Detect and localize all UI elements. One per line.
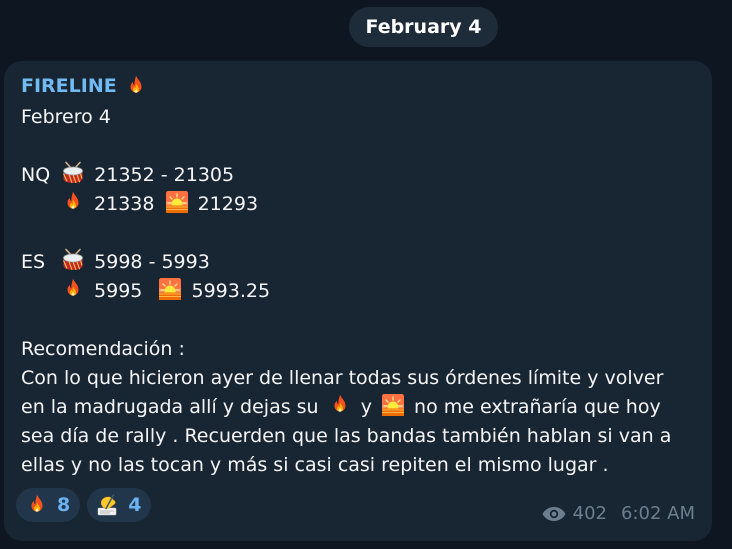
drum-icon xyxy=(61,161,85,185)
reaction-count: 4 xyxy=(128,494,142,516)
nq-range-line: NQ 21352 - 21305 xyxy=(21,161,701,190)
nq-range: 21352 - 21305 xyxy=(94,164,235,186)
fire-icon xyxy=(25,493,49,517)
es-range-line: ES 5998 - 5993 xyxy=(21,248,701,277)
es-levels-line: 5995 5993.25 xyxy=(21,277,701,306)
writing-hand-icon xyxy=(96,493,120,517)
fire-icon xyxy=(124,74,148,98)
nq-levels-line: 21338 21293 xyxy=(21,190,701,219)
recommendation-line-4: ellas y no las tocan y más si casi casi … xyxy=(21,454,609,476)
sunset-icon xyxy=(158,277,182,301)
fire-icon xyxy=(61,190,85,214)
recommendation-line-2: en la madrugada allí y dejas su y no me … xyxy=(21,393,701,422)
eye-icon xyxy=(541,505,567,523)
es-fire-value: 5995 xyxy=(94,280,143,302)
nq-sunset-value: 21293 xyxy=(197,193,259,215)
nq-fire-value: 21338 xyxy=(94,193,155,215)
recommendation-text-c: no me extrañaría que hoy xyxy=(414,396,661,418)
reaction-fire[interactable]: 8 xyxy=(16,488,81,522)
reactions-bar: 8 4 xyxy=(16,488,152,522)
recommendation-text-a: en la madrugada allí y dejas su xyxy=(21,396,319,418)
message-meta: 402 6:02 AM xyxy=(541,503,695,524)
drum-icon xyxy=(61,248,85,272)
sender-name[interactable]: FIRELINE xyxy=(21,74,148,98)
message-text: Febrero 4 NQ 21352 - 21305 21338 21293 E… xyxy=(21,103,701,480)
chat-view: February 4 FIRELINE Febrero 4 NQ 21352 -… xyxy=(0,0,732,549)
recommendation-text-b: y xyxy=(360,396,372,418)
fire-icon xyxy=(61,277,85,301)
view-count: 402 xyxy=(572,503,607,524)
message-bubble[interactable]: FIRELINE Febrero 4 NQ 21352 - 21305 2133… xyxy=(4,61,712,541)
sunset-icon xyxy=(165,190,189,214)
nq-label: NQ xyxy=(21,164,51,186)
date-separator: February 4 xyxy=(349,7,498,47)
date-line: Febrero 4 xyxy=(21,106,111,128)
sunset-icon xyxy=(381,393,405,417)
message-time: 6:02 AM xyxy=(621,503,695,524)
recommendation-line-1: Con lo que hicieron ayer de llenar todas… xyxy=(21,367,664,389)
reaction-writing-hand[interactable]: 4 xyxy=(87,488,152,522)
es-label: ES xyxy=(21,251,46,273)
es-range: 5998 - 5993 xyxy=(94,251,210,273)
recommendation-line-3: sea día de rally . Recuerden que las ban… xyxy=(21,425,672,447)
recommendation-title: Recomendación : xyxy=(21,338,185,360)
es-sunset-value: 5993.25 xyxy=(191,280,271,302)
sender-label: FIRELINE xyxy=(21,75,117,97)
fire-icon xyxy=(328,393,352,417)
reaction-count: 8 xyxy=(57,494,71,516)
